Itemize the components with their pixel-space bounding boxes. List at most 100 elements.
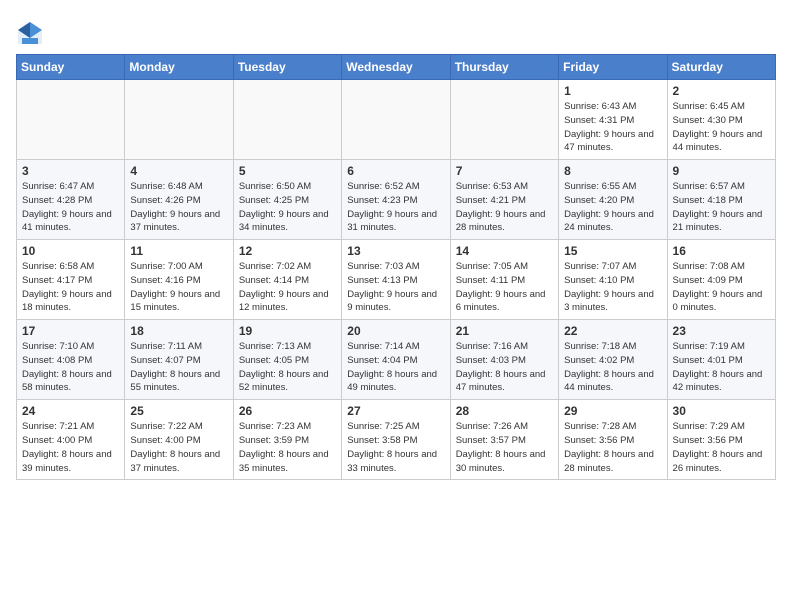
calendar-cell: 10 Sunrise: 6:58 AM Sunset: 4:17 PM Dayli… [17,240,125,320]
week-row-2: 3 Sunrise: 6:47 AM Sunset: 4:28 PM Daylig… [17,160,776,240]
page: SundayMondayTuesdayWednesdayThursdayFrid… [0,0,792,490]
day-info: Sunrise: 7:08 AM Sunset: 4:09 PM Dayligh… [673,260,770,315]
day-info: Sunrise: 7:23 AM Sunset: 3:59 PM Dayligh… [239,420,336,475]
calendar-cell: 6 Sunrise: 6:52 AM Sunset: 4:23 PM Daylig… [342,160,450,240]
day-number: 26 [239,404,336,418]
calendar: SundayMondayTuesdayWednesdayThursdayFrid… [16,54,776,480]
calendar-cell: 15 Sunrise: 7:07 AM Sunset: 4:10 PM Dayli… [559,240,667,320]
day-info: Sunrise: 6:47 AM Sunset: 4:28 PM Dayligh… [22,180,119,235]
weekday-header-friday: Friday [559,55,667,80]
calendar-cell: 25 Sunrise: 7:22 AM Sunset: 4:00 PM Dayli… [125,400,233,480]
calendar-cell: 24 Sunrise: 7:21 AM Sunset: 4:00 PM Dayli… [17,400,125,480]
calendar-cell: 21Sunrise: 7:16 AM Sunset: 4:03 PM Dayli… [450,320,558,400]
calendar-cell: 9Sunrise: 6:57 AM Sunset: 4:18 PM Daylig… [667,160,775,240]
day-number: 20 [347,324,444,338]
day-number: 25 [130,404,227,418]
day-info: Sunrise: 7:19 AM Sunset: 4:01 PM Dayligh… [673,340,770,395]
day-info: Sunrise: 7:11 AM Sunset: 4:07 PM Dayligh… [130,340,227,395]
day-number: 30 [673,404,770,418]
day-number: 10 [22,244,119,258]
calendar-cell: 12 Sunrise: 7:02 AM Sunset: 4:14 PM Dayli… [233,240,341,320]
day-info: Sunrise: 7:22 AM Sunset: 4:00 PM Dayligh… [130,420,227,475]
calendar-cell: 30 Sunrise: 7:29 AM Sunset: 3:56 PM Dayli… [667,400,775,480]
day-info: Sunrise: 6:55 AM Sunset: 4:20 PM Dayligh… [564,180,661,235]
day-number: 24 [22,404,119,418]
calendar-cell: 23 Sunrise: 7:19 AM Sunset: 4:01 PM Dayli… [667,320,775,400]
calendar-cell: 4 Sunrise: 6:48 AM Sunset: 4:26 PM Daylig… [125,160,233,240]
weekday-header-monday: Monday [125,55,233,80]
calendar-cell: 7 Sunrise: 6:53 AM Sunset: 4:21 PM Daylig… [450,160,558,240]
day-number: 6 [347,164,444,178]
day-info: Sunrise: 7:18 AM Sunset: 4:02 PM Dayligh… [564,340,661,395]
day-info: Sunrise: 7:10 AM Sunset: 4:08 PM Dayligh… [22,340,119,395]
day-info: Sunrise: 7:13 AM Sunset: 4:05 PM Dayligh… [239,340,336,395]
day-info: Sunrise: 6:43 AM Sunset: 4:31 PM Dayligh… [564,100,661,155]
calendar-cell [17,80,125,160]
calendar-cell: 17Sunrise: 7:10 AM Sunset: 4:08 PM Dayli… [17,320,125,400]
day-number: 18 [130,324,227,338]
calendar-cell: 28 Sunrise: 7:26 AM Sunset: 3:57 PM Dayli… [450,400,558,480]
day-number: 21 [456,324,553,338]
day-info: Sunrise: 6:58 AM Sunset: 4:17 PM Dayligh… [22,260,119,315]
calendar-cell [342,80,450,160]
day-number: 29 [564,404,661,418]
calendar-cell: 22 Sunrise: 7:18 AM Sunset: 4:02 PM Dayli… [559,320,667,400]
day-number: 22 [564,324,661,338]
day-number: 2 [673,84,770,98]
calendar-cell [233,80,341,160]
calendar-cell: 3 Sunrise: 6:47 AM Sunset: 4:28 PM Daylig… [17,160,125,240]
weekday-header-thursday: Thursday [450,55,558,80]
day-info: Sunrise: 7:29 AM Sunset: 3:56 PM Dayligh… [673,420,770,475]
day-number: 27 [347,404,444,418]
day-info: Sunrise: 7:25 AM Sunset: 3:58 PM Dayligh… [347,420,444,475]
calendar-cell: 8 Sunrise: 6:55 AM Sunset: 4:20 PM Daylig… [559,160,667,240]
day-info: Sunrise: 7:21 AM Sunset: 4:00 PM Dayligh… [22,420,119,475]
day-number: 19 [239,324,336,338]
day-info: Sunrise: 6:53 AM Sunset: 4:21 PM Dayligh… [456,180,553,235]
weekday-header-saturday: Saturday [667,55,775,80]
day-number: 3 [22,164,119,178]
day-info: Sunrise: 6:48 AM Sunset: 4:26 PM Dayligh… [130,180,227,235]
day-number: 14 [456,244,553,258]
day-number: 15 [564,244,661,258]
day-info: Sunrise: 6:50 AM Sunset: 4:25 PM Dayligh… [239,180,336,235]
day-info: Sunrise: 7:02 AM Sunset: 4:14 PM Dayligh… [239,260,336,315]
day-info: Sunrise: 6:57 AM Sunset: 4:18 PM Dayligh… [673,180,770,235]
day-number: 4 [130,164,227,178]
calendar-cell: 27 Sunrise: 7:25 AM Sunset: 3:58 PM Dayli… [342,400,450,480]
week-row-3: 10 Sunrise: 6:58 AM Sunset: 4:17 PM Dayli… [17,240,776,320]
weekday-header-sunday: Sunday [17,55,125,80]
day-info: Sunrise: 7:07 AM Sunset: 4:10 PM Dayligh… [564,260,661,315]
day-number: 8 [564,164,661,178]
calendar-cell: 16 Sunrise: 7:08 AM Sunset: 4:09 PM Dayli… [667,240,775,320]
calendar-cell: 1 Sunrise: 6:43 AM Sunset: 4:31 PM Daylig… [559,80,667,160]
calendar-cell: 26 Sunrise: 7:23 AM Sunset: 3:59 PM Dayli… [233,400,341,480]
calendar-cell: 11Sunrise: 7:00 AM Sunset: 4:16 PM Dayli… [125,240,233,320]
day-info: Sunrise: 6:52 AM Sunset: 4:23 PM Dayligh… [347,180,444,235]
day-number: 23 [673,324,770,338]
day-number: 13 [347,244,444,258]
calendar-cell: 20Sunrise: 7:14 AM Sunset: 4:04 PM Dayli… [342,320,450,400]
day-number: 16 [673,244,770,258]
week-row-5: 24 Sunrise: 7:21 AM Sunset: 4:00 PM Dayli… [17,400,776,480]
day-info: Sunrise: 7:26 AM Sunset: 3:57 PM Dayligh… [456,420,553,475]
calendar-cell: 5 Sunrise: 6:50 AM Sunset: 4:25 PM Daylig… [233,160,341,240]
day-info: Sunrise: 6:45 AM Sunset: 4:30 PM Dayligh… [673,100,770,155]
day-number: 1 [564,84,661,98]
calendar-cell [125,80,233,160]
weekday-header-row: SundayMondayTuesdayWednesdayThursdayFrid… [17,55,776,80]
calendar-cell [450,80,558,160]
header [16,16,776,48]
day-number: 11 [130,244,227,258]
day-info: Sunrise: 7:28 AM Sunset: 3:56 PM Dayligh… [564,420,661,475]
calendar-cell: 18 Sunrise: 7:11 AM Sunset: 4:07 PM Dayli… [125,320,233,400]
calendar-cell: 13 Sunrise: 7:03 AM Sunset: 4:13 PM Dayli… [342,240,450,320]
calendar-cell: 29 Sunrise: 7:28 AM Sunset: 3:56 PM Dayli… [559,400,667,480]
logo-icon [16,20,44,48]
day-number: 28 [456,404,553,418]
weekday-header-wednesday: Wednesday [342,55,450,80]
day-number: 5 [239,164,336,178]
day-number: 12 [239,244,336,258]
day-number: 7 [456,164,553,178]
day-info: Sunrise: 7:03 AM Sunset: 4:13 PM Dayligh… [347,260,444,315]
